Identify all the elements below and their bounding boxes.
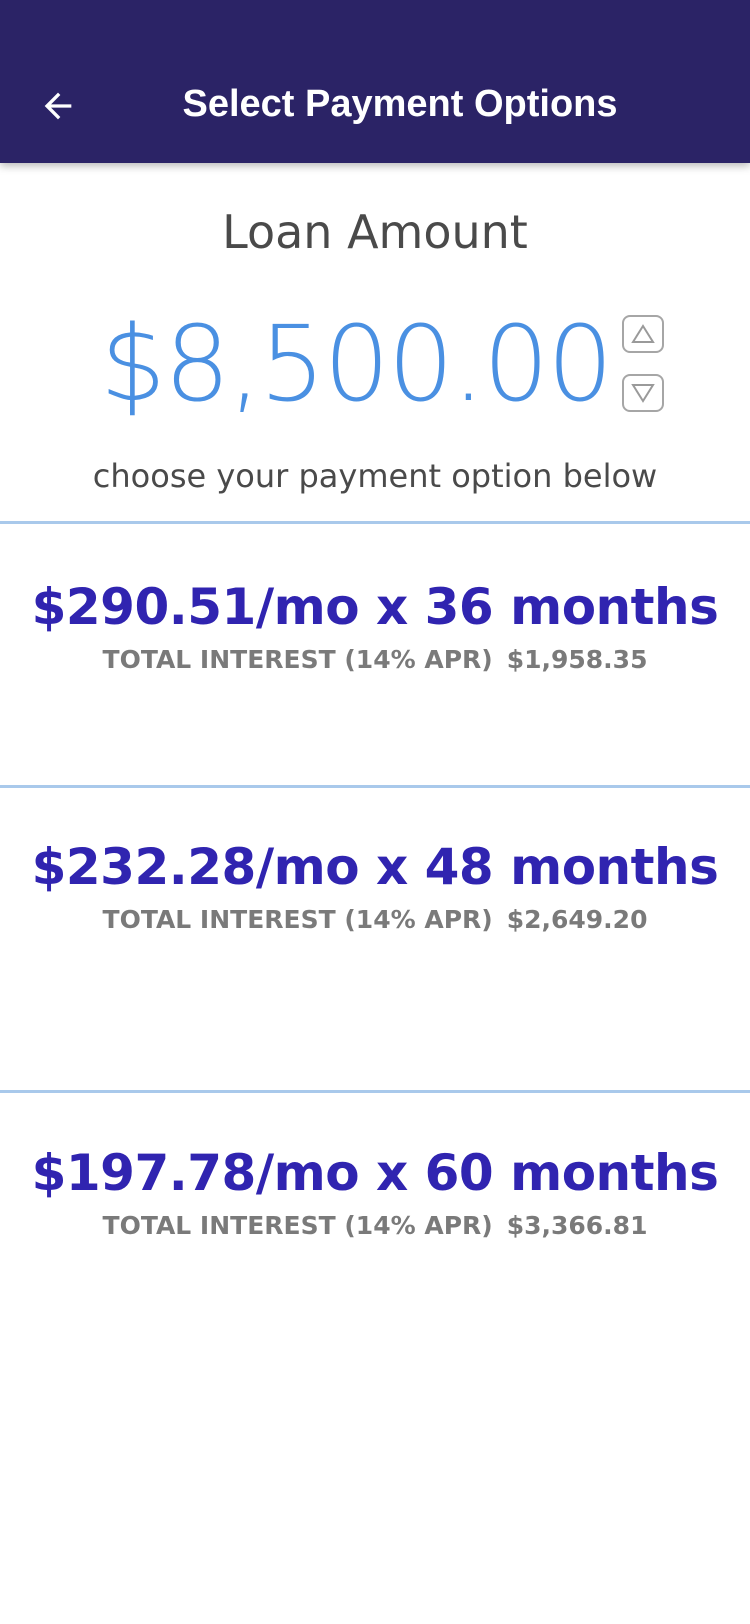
- total-interest-label: TOTAL INTEREST (14% APR): [102, 1211, 493, 1240]
- total-interest: TOTAL INTEREST (14% APR) $1,958.35: [0, 642, 750, 678]
- payment-amount: $290.51/mo x 36 months: [31, 578, 719, 636]
- total-interest-value: $3,366.81: [506, 1211, 648, 1240]
- loan-amount-value: $8,500.00: [100, 303, 613, 425]
- page-title: Select Payment Options: [182, 83, 618, 125]
- payment-amount: $232.28/mo x 48 months: [31, 838, 719, 896]
- instructions-text: choose your payment option below: [92, 457, 658, 495]
- total-interest-value: $1,958.35: [506, 645, 648, 674]
- total-interest: TOTAL INTEREST (14% APR) $2,649.20: [0, 902, 750, 938]
- payment-option-36-months[interactable]: $290.51/mo x 36 months TOTAL INTEREST (1…: [0, 524, 750, 785]
- triangle-down-icon: [631, 384, 655, 403]
- decrease-amount-button[interactable]: [622, 374, 664, 412]
- payment-option-60-months[interactable]: $197.78/mo x 60 months TOTAL INTEREST (1…: [0, 1093, 750, 1393]
- payment-option-48-months[interactable]: $232.28/mo x 48 months TOTAL INTEREST (1…: [0, 788, 750, 1090]
- total-interest-label: TOTAL INTEREST (14% APR): [102, 645, 493, 674]
- total-interest-label: TOTAL INTEREST (14% APR): [102, 905, 493, 934]
- increase-amount-button[interactable]: [622, 315, 664, 353]
- total-interest: TOTAL INTEREST (14% APR) $3,366.81: [0, 1208, 750, 1244]
- total-interest-value: $2,649.20: [506, 905, 648, 934]
- loan-amount-label: Loan Amount: [222, 205, 528, 259]
- app-bar: Select Payment Options: [0, 0, 750, 163]
- triangle-up-icon: [631, 324, 655, 343]
- payment-amount: $197.78/mo x 60 months: [31, 1144, 719, 1202]
